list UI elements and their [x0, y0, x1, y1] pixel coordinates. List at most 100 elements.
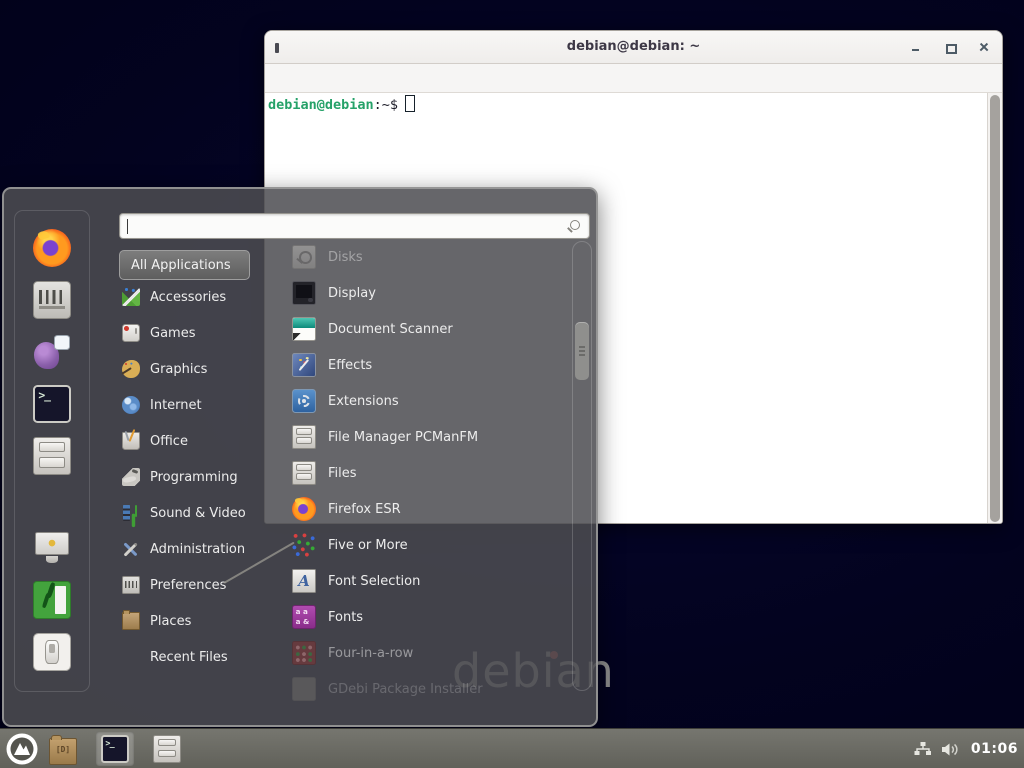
favorites-column-power[interactable] [33, 633, 71, 671]
volume-icon[interactable] [941, 742, 960, 757]
category-list-internet[interactable]: Internet [116, 387, 286, 423]
app-label: GDebi Package Installer [328, 682, 483, 697]
all-applications-button[interactable]: All Applications [119, 250, 250, 280]
favorites-column-lock-screen[interactable] [33, 529, 71, 567]
terminal-scrollbar[interactable] [987, 93, 1002, 524]
category-label: Programming [150, 470, 238, 485]
effects-icon [292, 353, 316, 377]
app-label: Extensions [328, 394, 399, 409]
app-list: Disks Display Document Scanner Effects E… [288, 239, 566, 707]
gdebi-icon [292, 677, 316, 701]
app-list-extensions[interactable]: Extensions [288, 383, 566, 419]
window-controls [910, 31, 990, 63]
app-list-disks[interactable]: Disks [288, 239, 566, 275]
category-list-graphics[interactable]: Graphics [116, 351, 286, 387]
favorites-column-pidgin[interactable] [33, 333, 71, 371]
firefox-icon [292, 497, 316, 521]
category-label: Administration [150, 542, 245, 557]
app-list-file-manager-pcmanfm[interactable]: File Manager PCManFM [288, 419, 566, 455]
application-menu: All Applications Accessories Games Graph… [2, 187, 598, 727]
close-icon[interactable] [978, 41, 990, 53]
app-label: Display [328, 286, 376, 301]
minimize-icon[interactable] [910, 41, 922, 53]
font-selection-icon [292, 569, 316, 593]
favorites-column-files[interactable] [33, 437, 71, 475]
pidgin-icon [33, 333, 71, 371]
games-icon [122, 324, 140, 342]
file-cabinet-icon [33, 437, 71, 475]
lock-screen-icon [33, 529, 71, 567]
fonts-icon [292, 605, 316, 629]
app-label: Font Selection [328, 574, 420, 589]
app-label: Firefox ESR [328, 502, 401, 517]
category-label: Graphics [150, 362, 207, 377]
category-label: Preferences [150, 578, 226, 593]
favorites-column-control-panel[interactable] [33, 281, 71, 319]
file-cabinet-icon [292, 461, 316, 485]
category-label: Places [150, 614, 191, 629]
category-list-preferences[interactable]: Preferences [116, 567, 286, 603]
graphics-icon [122, 360, 140, 378]
category-list-office[interactable]: Office [116, 423, 286, 459]
desktop: debian debian@debian: ~ debian@debian:~$ [0, 0, 1024, 768]
app-label: File Manager PCManFM [328, 430, 478, 445]
category-list-programming[interactable]: Programming [116, 459, 286, 495]
app-list-firefox-esr[interactable]: Firefox ESR [288, 491, 566, 527]
menu-scrollbar-track[interactable] [572, 241, 592, 691]
app-label: Five or More [328, 538, 408, 553]
taskbar-launchers-file-manager[interactable] [44, 732, 82, 766]
terminal-scrollbar-thumb[interactable] [990, 95, 1000, 522]
favorites-column-log-out[interactable] [33, 581, 71, 619]
prompt-suffix: :~$ [374, 97, 398, 113]
menu-scrollbar-thumb[interactable] [575, 322, 589, 380]
disks-icon [292, 245, 316, 269]
app-list-font-selection[interactable]: Font Selection [288, 563, 566, 599]
category-label: Internet [150, 398, 202, 413]
category-list-places[interactable]: Places [116, 603, 286, 639]
power-icon [33, 633, 71, 671]
control-panel-icon [33, 281, 71, 319]
five-or-more-icon [292, 533, 316, 557]
text-caret [127, 219, 128, 234]
app-list-document-scanner[interactable]: Document Scanner [288, 311, 566, 347]
programming-icon [122, 468, 140, 486]
sound-video-icon [122, 504, 140, 522]
favorites-column-firefox[interactable] [33, 229, 71, 267]
app-label: Fonts [328, 610, 363, 625]
category-list-sound-video[interactable]: Sound & Video [116, 495, 286, 531]
maximize-icon[interactable] [944, 41, 956, 53]
app-label: Effects [328, 358, 372, 373]
extensions-icon [292, 389, 316, 413]
app-list-fonts[interactable]: Fonts [288, 599, 566, 635]
app-list-gdebi-package-installer[interactable]: GDebi Package Installer [288, 671, 566, 707]
category-list: Accessories Games Graphics Internet Offi… [116, 279, 286, 675]
taskbar-clock[interactable]: 01:06 [971, 741, 1018, 757]
app-list-effects[interactable]: Effects [288, 347, 566, 383]
app-list-files[interactable]: Files [288, 455, 566, 491]
system-tray: 01:06 [914, 729, 1018, 768]
category-list-games[interactable]: Games [116, 315, 286, 351]
four-in-a-row-icon [292, 641, 316, 665]
app-label: Files [328, 466, 357, 481]
search-input[interactable] [119, 213, 590, 239]
taskbar: 01:06 [0, 728, 1024, 768]
administration-icon [122, 540, 140, 558]
network-icon[interactable] [914, 741, 932, 757]
menu-button[interactable] [6, 733, 38, 765]
terminal-title: debian@debian: ~ [265, 39, 1002, 54]
category-label: Sound & Video [150, 506, 246, 521]
taskbar-launchers-files[interactable] [148, 732, 186, 766]
log-out-icon [33, 581, 71, 619]
terminal-menubar [265, 64, 1002, 93]
taskbar-launchers-terminal[interactable] [96, 732, 134, 766]
app-label: Disks [328, 250, 363, 265]
app-list-display[interactable]: Display [288, 275, 566, 311]
category-label: Office [150, 434, 188, 449]
favorites-column-terminal[interactable] [33, 385, 71, 423]
category-list-accessories[interactable]: Accessories [116, 279, 286, 315]
category-label: Games [150, 326, 195, 341]
app-list-five-or-more[interactable]: Five or More [288, 527, 566, 563]
terminal-titlebar[interactable]: debian@debian: ~ [265, 31, 1002, 64]
category-list-recent-files[interactable]: Recent Files [116, 639, 286, 675]
app-list-four-in-a-row[interactable]: Four-in-a-row [288, 635, 566, 671]
